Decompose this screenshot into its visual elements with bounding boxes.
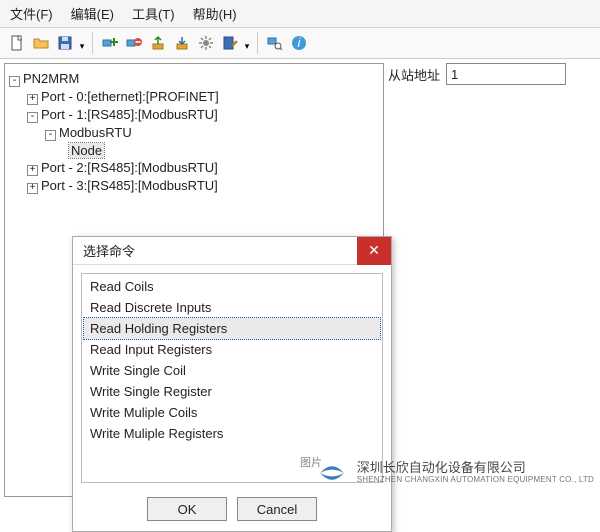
- collapse-icon[interactable]: -: [9, 76, 20, 87]
- remove-node-icon[interactable]: [123, 32, 145, 54]
- tree-port0[interactable]: Port - 0:[ethernet]:[PROFINET]: [41, 89, 219, 104]
- collapse-icon[interactable]: -: [45, 130, 56, 141]
- settings-icon[interactable]: [195, 32, 217, 54]
- slave-address-input[interactable]: [446, 63, 566, 85]
- menubar: 文件(F) 编辑(E) 工具(T) 帮助(H): [0, 0, 600, 28]
- menu-help[interactable]: 帮助(H): [193, 4, 237, 23]
- menu-edit[interactable]: 编辑(E): [71, 4, 114, 23]
- properties-panel: 从站地址: [388, 63, 596, 497]
- tree-port3[interactable]: Port - 3:[RS485]:[ModbusRTU]: [41, 178, 218, 193]
- tree-root[interactable]: PN2MRM: [23, 71, 79, 86]
- open-folder-icon[interactable]: [30, 32, 52, 54]
- list-item[interactable]: Read Coils: [84, 276, 380, 297]
- dialog-title: 选择命令: [83, 241, 135, 260]
- edit-sheet-icon[interactable]: [219, 32, 241, 54]
- separator: [257, 32, 258, 54]
- list-item[interactable]: Read Discrete Inputs: [84, 297, 380, 318]
- add-node-icon[interactable]: [99, 32, 121, 54]
- new-file-icon[interactable]: [6, 32, 28, 54]
- list-item[interactable]: Read Holding Registers: [84, 318, 380, 339]
- collapse-icon[interactable]: -: [27, 112, 38, 123]
- list-item[interactable]: Read Input Registers: [84, 339, 380, 360]
- tree-node[interactable]: Node: [69, 143, 104, 158]
- tree-modbus[interactable]: ModbusRTU: [59, 125, 132, 140]
- list-item[interactable]: Write Muliple Coils: [84, 402, 380, 423]
- tree-port2[interactable]: Port - 2:[RS485]:[ModbusRTU]: [41, 160, 218, 175]
- tree-port1[interactable]: Port - 1:[RS485]:[ModbusRTU]: [41, 107, 218, 122]
- separator: [92, 32, 93, 54]
- slave-address-label: 从站地址: [388, 65, 440, 84]
- cancel-button[interactable]: Cancel: [237, 497, 317, 521]
- menu-file[interactable]: 文件(F): [10, 4, 53, 23]
- info-icon[interactable]: i: [288, 32, 310, 54]
- download-icon[interactable]: [171, 32, 193, 54]
- close-icon[interactable]: ✕: [357, 237, 391, 265]
- command-list[interactable]: Read Coils Read Discrete Inputs Read Hol…: [81, 273, 383, 483]
- list-item[interactable]: Write Single Register: [84, 381, 380, 402]
- list-item[interactable]: Write Muliple Registers: [84, 423, 380, 444]
- expand-icon[interactable]: +: [27, 165, 38, 176]
- watermark: 深圳长欣自动化设备有限公司 SHENZHEN CHANGXIN AUTOMATI…: [315, 456, 594, 490]
- menu-tools[interactable]: 工具(T): [132, 4, 175, 23]
- save-dropdown-icon[interactable]: ▾: [78, 35, 86, 52]
- save-icon[interactable]: [54, 32, 76, 54]
- edit-dropdown-icon[interactable]: ▾: [243, 35, 251, 52]
- watermark-cn: 深圳长欣自动化设备有限公司: [357, 461, 594, 475]
- expand-icon[interactable]: +: [27, 183, 38, 194]
- ok-button[interactable]: OK: [147, 497, 227, 521]
- list-item[interactable]: Write Single Coil: [84, 360, 380, 381]
- upload-icon[interactable]: [147, 32, 169, 54]
- expand-icon[interactable]: +: [27, 94, 38, 105]
- search-device-icon[interactable]: [264, 32, 286, 54]
- watermark-en: SHENZHEN CHANGXIN AUTOMATION EQUIPMENT C…: [357, 476, 594, 485]
- toolbar: ▾ ▾ i: [0, 28, 600, 59]
- company-logo-icon: [315, 456, 349, 490]
